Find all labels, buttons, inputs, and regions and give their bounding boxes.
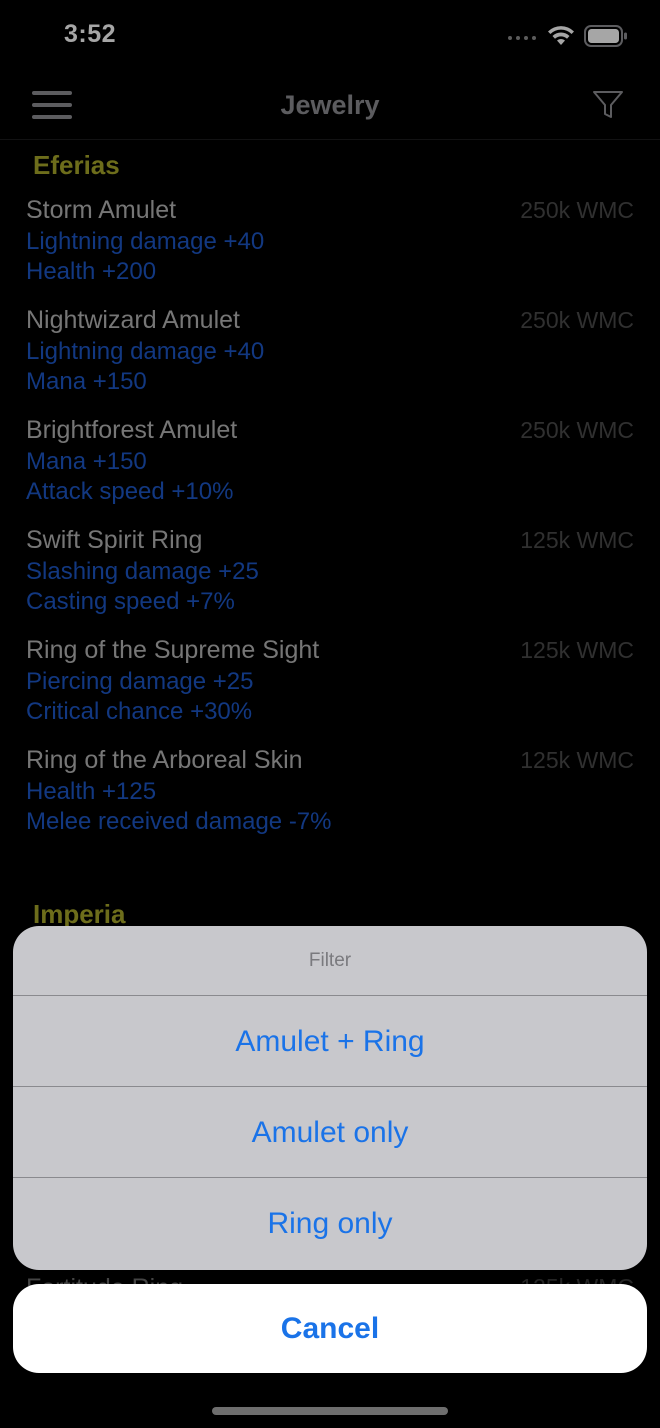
filter-amulet-ring-button[interactable]: Amulet + Ring <box>13 996 647 1087</box>
cancel-button[interactable]: Cancel <box>13 1284 647 1373</box>
filter-ring-only-button[interactable]: Ring only <box>13 1178 647 1269</box>
filter-amulet-only-button[interactable]: Amulet only <box>13 1087 647 1178</box>
home-indicator[interactable] <box>212 1407 448 1415</box>
action-sheet-title: Filter <box>13 926 647 996</box>
filter-action-sheet: Filter Amulet + Ring Amulet only Ring on… <box>13 926 647 1270</box>
